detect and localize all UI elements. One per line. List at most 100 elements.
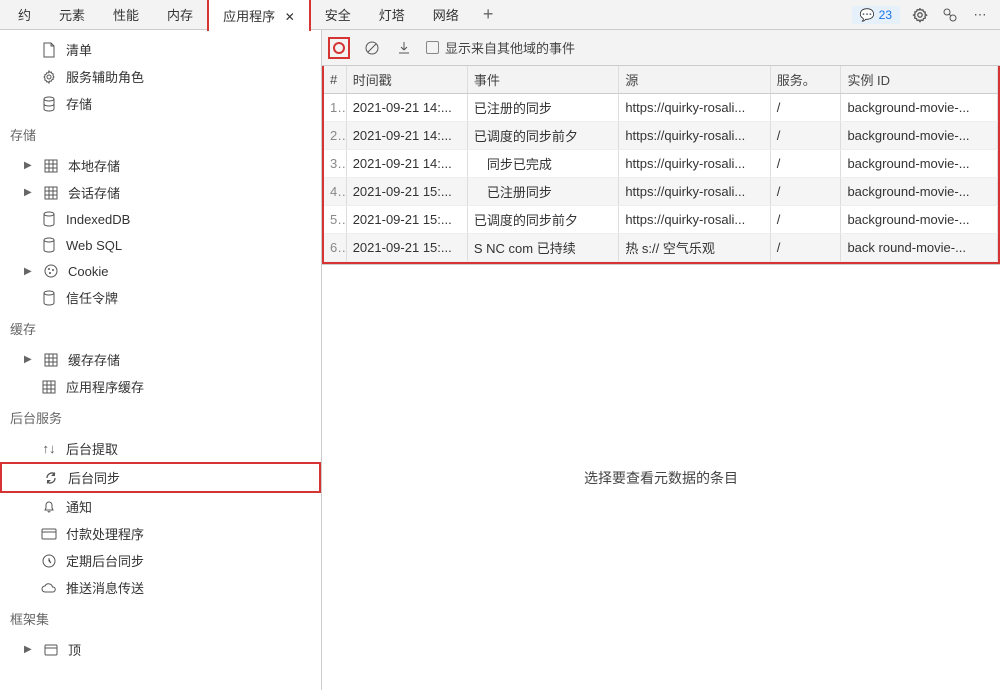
sidebar-item-session-storage[interactable]: ▶会话存储 bbox=[0, 179, 321, 206]
table-cell: 3. bbox=[324, 150, 346, 178]
table-header-timestamp[interactable]: 时间戳 bbox=[346, 66, 467, 94]
tab-lighthouse[interactable]: 灯塔 bbox=[365, 0, 419, 30]
table-header-event[interactable]: 事件 bbox=[467, 66, 618, 94]
table-cell: 热 s:// 空气乐观 bbox=[619, 234, 770, 262]
sidebar-item-label: 后台提取 bbox=[66, 439, 118, 458]
table-row[interactable]: 6.2021-09-21 15:...S NC com 已持续热 s:// 空气… bbox=[324, 234, 998, 262]
cookie-icon bbox=[42, 262, 60, 280]
sidebar-item-notifications[interactable]: 通知 bbox=[0, 493, 321, 520]
database-icon bbox=[40, 95, 58, 113]
checkbox-label: 显示来自其他域的事件 bbox=[445, 38, 575, 57]
sidebar-group-storage: 存储 bbox=[0, 117, 321, 152]
gear-icon bbox=[40, 68, 58, 86]
chevron-right-icon: ▶ bbox=[24, 160, 34, 171]
sidebar-item-push-messaging[interactable]: 推送消息传送 bbox=[0, 574, 321, 601]
sidebar-item-top-frame[interactable]: ▶顶 bbox=[0, 636, 321, 663]
sidebar-item-label: 会话存储 bbox=[68, 183, 120, 202]
sidebar-item-label: 本地存储 bbox=[68, 156, 120, 175]
sidebar-item-app-cache[interactable]: 应用程序缓存 bbox=[0, 373, 321, 400]
issues-icon: 💬 bbox=[860, 8, 875, 22]
sidebar-item-manifest[interactable]: 清单 bbox=[0, 36, 321, 63]
sidebar-item-label: 缓存存储 bbox=[68, 350, 120, 369]
sidebar-item-label: 付款处理程序 bbox=[66, 524, 144, 543]
table-cell: background-movie-... bbox=[841, 150, 998, 178]
record-button[interactable] bbox=[328, 37, 350, 59]
more-icon[interactable]: ⋯ bbox=[970, 5, 990, 25]
tab-elements[interactable]: 元素 bbox=[45, 0, 99, 30]
sidebar-item-websql[interactable]: Web SQL bbox=[0, 232, 321, 258]
table-row[interactable]: 4.2021-09-21 15:... 已注册同步https://quirky-… bbox=[324, 178, 998, 206]
sidebar-item-label: 通知 bbox=[66, 497, 92, 516]
updown-icon: ↑↓ bbox=[40, 440, 58, 458]
sidebar-item-storage[interactable]: 存储 bbox=[0, 90, 321, 117]
sidebar-item-indexeddb[interactable]: IndexedDB bbox=[0, 206, 321, 232]
sidebar-item-label: 服务辅助角色 bbox=[66, 67, 144, 86]
table-cell: / bbox=[770, 94, 841, 122]
table-cell: https://quirky-rosali... bbox=[619, 178, 770, 206]
table-cell: / bbox=[770, 122, 841, 150]
grid-icon bbox=[42, 157, 60, 175]
table-cell: https://quirky-rosali... bbox=[619, 122, 770, 150]
table-header-service[interactable]: 服务。 bbox=[770, 66, 841, 94]
table-row[interactable]: 5.2021-09-21 15:...已调度的同步前夕https://quirk… bbox=[324, 206, 998, 234]
tab-add-button[interactable]: + bbox=[473, 0, 504, 29]
tab-application[interactable]: 应用程序 ✕ bbox=[207, 0, 311, 31]
grid-icon bbox=[42, 351, 60, 369]
grid-icon bbox=[42, 184, 60, 202]
sidebar-item-cache-storage[interactable]: ▶ 缓存存储 bbox=[0, 346, 321, 373]
table-header-index[interactable]: # bbox=[324, 66, 346, 94]
tab-memory[interactable]: 内存 bbox=[153, 0, 207, 30]
sidebar-item-bg-fetch[interactable]: ↑↓ 后台提取 bbox=[0, 435, 321, 462]
download-icon[interactable] bbox=[394, 38, 414, 58]
record-icon bbox=[333, 42, 345, 54]
table-row[interactable]: 2.2021-09-21 14:...已调度的同步前夕https://quirk… bbox=[324, 122, 998, 150]
tab-application-label: 应用程序 bbox=[223, 9, 275, 24]
table-cell: 2. bbox=[324, 122, 346, 150]
tab-security[interactable]: 安全 bbox=[311, 0, 365, 30]
tab-network[interactable]: 网络 bbox=[419, 0, 473, 30]
table-cell: 2021-09-21 14:... bbox=[346, 150, 467, 178]
bell-icon bbox=[40, 498, 58, 516]
issues-count: 23 bbox=[879, 8, 892, 22]
grid-icon bbox=[40, 378, 58, 396]
sidebar-item-periodic-sync[interactable]: 定期后台同步 bbox=[0, 547, 321, 574]
cloud-icon bbox=[40, 579, 58, 597]
table-row[interactable]: 3.2021-09-21 14:... 同步已完成https://quirky-… bbox=[324, 150, 998, 178]
close-icon[interactable]: ✕ bbox=[285, 10, 295, 24]
chevron-right-icon: ▶ bbox=[24, 354, 34, 365]
table-cell: 同步已完成 bbox=[467, 150, 618, 178]
chevron-right-icon: ▶ bbox=[24, 644, 34, 655]
sidebar-item-bg-sync[interactable]: 后台同步 bbox=[0, 462, 321, 493]
table-header-source[interactable]: 源 bbox=[619, 66, 770, 94]
clear-icon[interactable] bbox=[362, 38, 382, 58]
table-cell: background-movie-... bbox=[841, 94, 998, 122]
table-cell: 已调度的同步前夕 bbox=[467, 206, 618, 234]
dock-icon[interactable] bbox=[940, 5, 960, 25]
card-icon bbox=[40, 525, 58, 543]
table-header-instance[interactable]: 实例 ID bbox=[841, 66, 998, 94]
table-cell: https://quirky-rosali... bbox=[619, 150, 770, 178]
sidebar-item-label: 后台同步 bbox=[68, 468, 120, 487]
database-icon bbox=[40, 289, 58, 307]
sidebar-item-trust-tokens[interactable]: 信任令牌 bbox=[0, 284, 321, 311]
issues-badge[interactable]: 💬 23 bbox=[852, 6, 900, 24]
gear-icon[interactable] bbox=[910, 5, 930, 25]
sidebar-item-label: 推送消息传送 bbox=[66, 578, 144, 597]
sidebar-item-label: 应用程序缓存 bbox=[66, 377, 144, 396]
sidebar-item-service-workers[interactable]: 服务辅助角色 bbox=[0, 63, 321, 90]
sidebar-item-payment-handler[interactable]: 付款处理程序 bbox=[0, 520, 321, 547]
sidebar-item-label: 信任令牌 bbox=[66, 288, 118, 307]
sidebar-item-local-storage[interactable]: ▶ 本地存储 bbox=[0, 152, 321, 179]
table-cell: / bbox=[770, 178, 841, 206]
tab-performance[interactable]: 性能 bbox=[99, 0, 153, 30]
show-other-domains-checkbox[interactable]: 显示来自其他域的事件 bbox=[426, 38, 575, 57]
table-row[interactable]: 1.2021-09-21 14:...已注册的同步https://quirky-… bbox=[324, 94, 998, 122]
sync-icon bbox=[42, 469, 60, 487]
bg-sync-toolbar: 显示来自其他域的事件 bbox=[322, 30, 1000, 66]
table-cell: back round-movie-... bbox=[841, 234, 998, 262]
tab-about-label[interactable]: 约 bbox=[4, 0, 45, 30]
sidebar-item-cookies[interactable]: ▶Cookie bbox=[0, 258, 321, 284]
checkbox-icon bbox=[426, 41, 439, 54]
table-cell: 已注册的同步 bbox=[467, 94, 618, 122]
application-sidebar: 清单 服务辅助角色 存储 存储 ▶本地存储 ▶会话存储 IndexedDB We… bbox=[0, 30, 322, 690]
